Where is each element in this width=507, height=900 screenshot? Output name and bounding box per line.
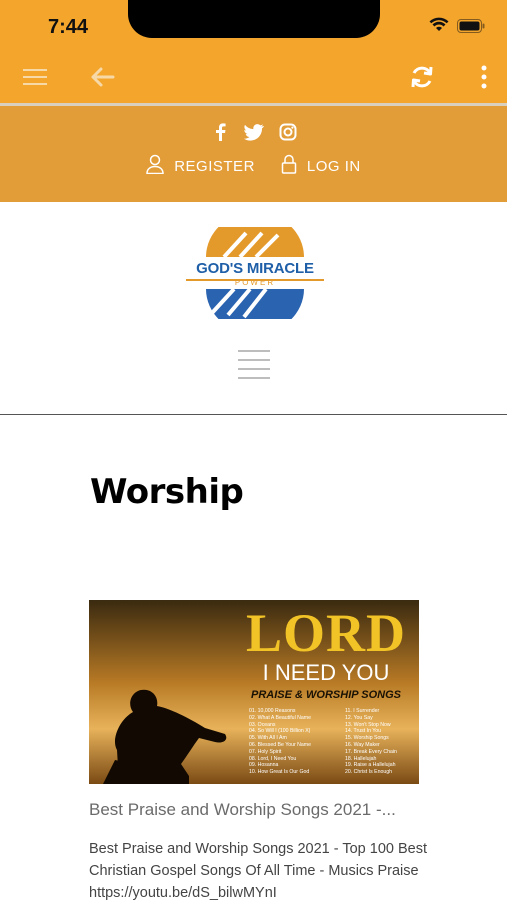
auth-links: REGISTER LOG IN [0,154,507,178]
thumbnail-headline: LORD [245,603,406,663]
lock-icon [281,154,297,178]
post-title-link[interactable]: Best Praise and Worship Songs 2021 -... [89,800,429,820]
hamburger-icon [22,67,48,91]
logo-subtitle: POWER [234,278,276,287]
wifi-icon [429,17,449,37]
thumbnail-track: 01. 10,000 Reasons [249,708,296,714]
thumbnail-track: 03. Oceans [249,721,276,728]
status-bar: 7:44 [0,0,507,55]
thumbnail-track: 13. Won't Stop Now [345,721,391,728]
thumbnail-track: 16. Way Maker [345,741,380,748]
app-toolbar [0,55,507,103]
register-label: REGISTER [174,157,255,175]
post-excerpt: Best Praise and Worship Songs 2021 - Top… [89,841,428,900]
thumbnail-tagline: PRAISE & WORSHIP SONGS [251,689,401,701]
thumbnail-track: 02. What A Beautiful Name [249,714,311,721]
menu-line [238,368,270,370]
thumbnail-subheadline: I NEED YOU [262,660,390,685]
menu-line [238,359,270,361]
status-time: 7:44 [48,16,89,38]
thumbnail-track: 05. With All I Am [249,735,287,742]
thumbnail-track: 20. Christ Is Enough [345,769,393,776]
logo-title: GOD'S MIRACLE [196,260,314,277]
back-button[interactable] [86,63,118,95]
thumbnail-track: 15. Worship Songs [345,735,389,742]
more-vertical-icon [480,65,488,93]
thumbnail-track: 19. Raise a Hallelujah [345,762,396,769]
battery-icon [457,18,485,37]
thumbnail-track: 14. Trust In You [345,728,382,735]
thumbnail-track: 06. Blessed Be Your Name [249,741,312,748]
more-options-button[interactable] [468,63,500,95]
site-menu-toggle[interactable] [238,350,270,379]
twitter-icon[interactable] [243,122,264,142]
refresh-button[interactable] [406,63,438,95]
thumbnail-tracklist-right: 11. I Surrender 12. You Say 13. Won't Stop… [345,708,419,776]
menu-line [238,350,270,352]
site-logo[interactable]: GOD'S MIRACLE POWER [184,227,326,319]
thumbnail-track: 08. Lord, I Need You [249,755,297,762]
thumbnail-track: 17. Break Every Chain [345,748,397,755]
site-header: REGISTER LOG IN [0,106,507,202]
register-link[interactable]: REGISTER [146,154,255,178]
menu-line [238,377,270,379]
content-divider [0,414,507,415]
thumbnail-track: 11. I Surrender [345,708,380,714]
thumbnail-track: 07. Holy Spirit [249,748,282,755]
facebook-icon[interactable] [210,122,230,142]
thumbnail-track: 18. Hallelujah [345,755,377,762]
thumbnail-track: 09. Hosanna [249,762,279,769]
device-notch [128,0,380,38]
status-icons [429,17,485,37]
thumbnail-track: 12. You Say [345,714,373,721]
thumbnail-track: 04. So Will I (100 Billion X) [249,728,311,735]
login-label: LOG IN [306,157,361,175]
thumbnail-tracklist-left: 01. 10,000 Reasons 02. What A Beautiful N… [249,708,339,776]
arrow-left-icon [89,66,115,92]
menu-button[interactable] [19,63,51,95]
thumbnail-track: 10. How Great Is Our God [249,769,310,776]
refresh-icon [409,64,435,94]
user-icon [146,154,164,178]
page-title: Worship [90,472,244,512]
logo-area: GOD'S MIRACLE POWER [0,202,507,415]
instagram-icon[interactable] [278,122,298,142]
login-link[interactable]: LOG IN [281,154,361,178]
social-links [0,122,507,142]
post-thumbnail[interactable]: LORD I NEED YOU PRAISE & WORSHIP SONGS 0… [89,600,419,784]
